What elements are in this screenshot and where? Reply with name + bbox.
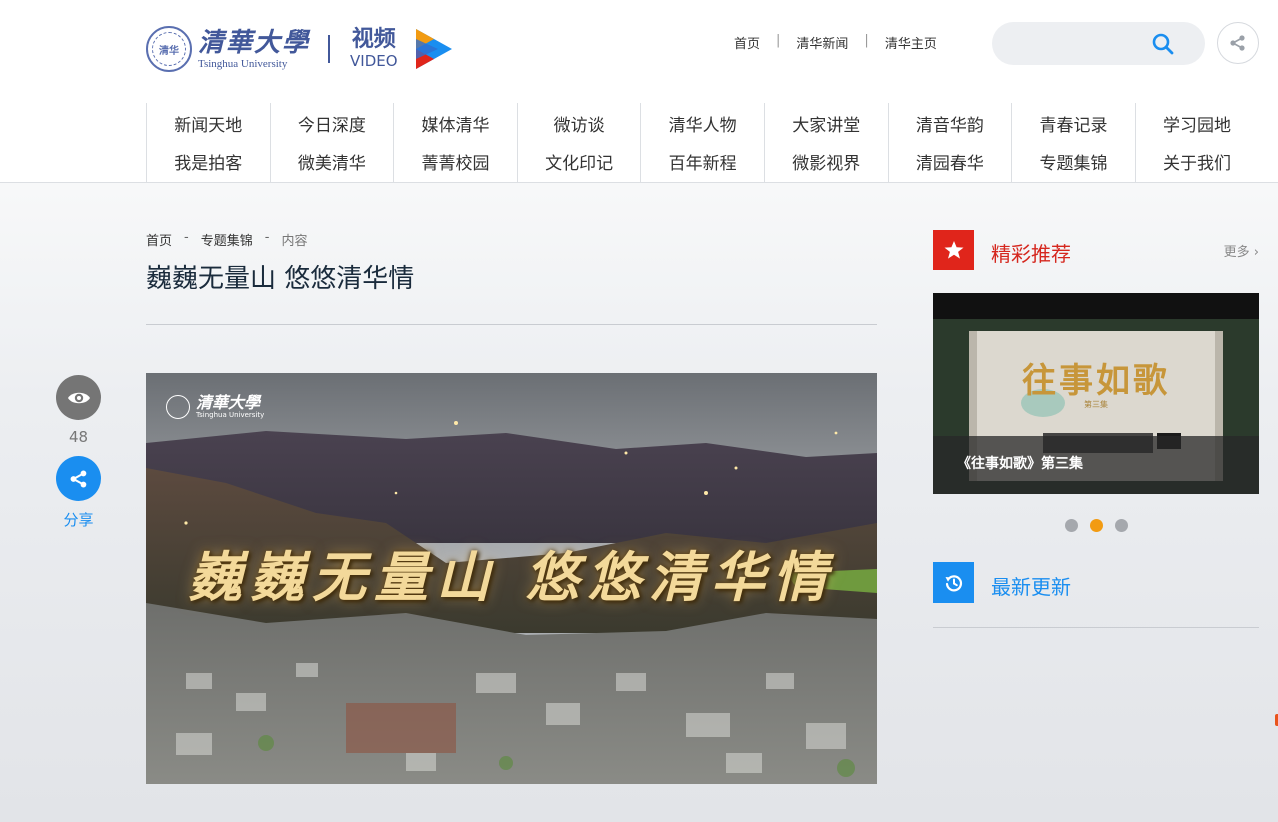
video-logo-cn: 清華大學 bbox=[196, 393, 261, 412]
nav-column: 清音华韵 清园春华 bbox=[887, 103, 1012, 183]
card-caption[interactable]: 《往事如歌》第三集 bbox=[957, 453, 1083, 473]
nav-item[interactable]: 专题集锦 bbox=[1039, 145, 1107, 183]
nav-column: 今日深度 微美清华 bbox=[269, 103, 394, 183]
share-icon bbox=[70, 470, 86, 487]
topnav-homepage[interactable]: 清华主页 bbox=[869, 33, 953, 52]
star-icon-box bbox=[933, 230, 974, 270]
card-art-subtitle: 第三集 bbox=[1084, 400, 1108, 409]
share-icon bbox=[1230, 35, 1245, 51]
topnav-news[interactable]: 清华新闻 bbox=[780, 33, 864, 52]
carousel-dot-1[interactable] bbox=[1065, 519, 1078, 532]
logo-video: 视频 VIDEO bbox=[350, 27, 398, 71]
carousel-dot-2[interactable] bbox=[1090, 519, 1103, 532]
breadcrumb-section[interactable]: 专题集锦 bbox=[201, 230, 253, 249]
nav-item[interactable]: 微访谈 bbox=[554, 107, 605, 145]
nav-item[interactable]: 媒体清华 bbox=[421, 107, 489, 145]
recommend-title: 精彩推荐 bbox=[991, 242, 1071, 266]
nav-item[interactable]: 我是拍客 bbox=[174, 145, 242, 183]
university-seal-icon: 清华 bbox=[146, 26, 192, 72]
nav-item[interactable]: 新闻天地 bbox=[174, 107, 242, 145]
share-label[interactable]: 分享 bbox=[63, 509, 93, 530]
logo-video-cn: 视频 bbox=[351, 27, 396, 52]
nav-column: 大家讲堂 微影视界 bbox=[763, 103, 888, 183]
topnav-home[interactable]: 首页 bbox=[718, 33, 776, 52]
views-count: 48 bbox=[68, 428, 89, 446]
latest-title: 最新更新 bbox=[991, 575, 1071, 599]
share-button[interactable] bbox=[56, 456, 101, 501]
more-link[interactable]: 更多 › bbox=[1224, 241, 1259, 260]
nav-item[interactable]: 清华人物 bbox=[669, 107, 737, 145]
video-player[interactable]: 清華大學 Tsinghua University 巍巍无量山 悠悠清华情 bbox=[146, 373, 877, 784]
play-logo-icon bbox=[415, 29, 452, 69]
breadcrumb-current: 内容 bbox=[281, 234, 308, 249]
nav-item[interactable]: 学习园地 bbox=[1163, 107, 1231, 145]
title-divider bbox=[146, 324, 877, 325]
top-nav: 首页 | 清华新闻 | 清华主页 bbox=[718, 33, 953, 52]
side-tools: 48 分享 bbox=[56, 375, 101, 530]
breadcrumb-separator: - bbox=[184, 230, 189, 245]
star-icon bbox=[944, 241, 963, 259]
seal-icon bbox=[166, 395, 190, 419]
share-button-header[interactable] bbox=[1217, 22, 1259, 64]
views-button bbox=[56, 375, 101, 420]
nav-item[interactable]: 青春记录 bbox=[1039, 107, 1107, 145]
nav-item[interactable]: 微美清华 bbox=[298, 145, 366, 183]
seal-text: 清华 bbox=[152, 32, 186, 66]
breadcrumb: 首页 - 专题集锦 - 内容 bbox=[146, 230, 307, 249]
history-icon bbox=[945, 574, 962, 591]
nav-column: 青春记录 专题集锦 bbox=[1011, 103, 1135, 183]
video-overlay-title: 巍巍无量山 悠悠清华情 bbox=[188, 545, 835, 609]
card-art-title: 往事如歌 bbox=[1022, 361, 1170, 401]
breadcrumb-home[interactable]: 首页 bbox=[146, 230, 172, 249]
main-nav: 新闻天地 我是拍客 今日深度 微美清华 媒体清华 菁菁校园 微访谈 文化印记 清华人物 百年新程大… bbox=[146, 103, 1258, 183]
nav-item[interactable]: 今日深度 bbox=[298, 107, 366, 145]
logo-name-cn: 清華大學 bbox=[198, 28, 311, 58]
nav-item[interactable]: 清园春华 bbox=[916, 145, 984, 183]
search-icon[interactable] bbox=[1151, 32, 1175, 56]
nav-column: 学习园地 关于我们 bbox=[1134, 103, 1259, 183]
site-logo[interactable]: 清华 清華大學 Tsinghua University 视频 VIDEO bbox=[146, 24, 454, 74]
nav-column: 微访谈 文化印记 bbox=[516, 103, 641, 183]
carousel-dots bbox=[1065, 519, 1140, 532]
logo-name-en: Tsinghua University bbox=[198, 58, 288, 70]
nav-item[interactable]: 清音华韵 bbox=[916, 107, 984, 145]
video-logo-en: Tsinghua University bbox=[196, 411, 265, 419]
search-input[interactable] bbox=[1008, 32, 1148, 54]
nav-item[interactable]: 微影视界 bbox=[792, 145, 860, 183]
nav-item[interactable]: 大家讲堂 bbox=[792, 107, 860, 145]
refresh-icon-box bbox=[933, 562, 974, 603]
nav-column: 媒体清华 菁菁校园 bbox=[393, 103, 517, 183]
nav-item[interactable]: 关于我们 bbox=[1163, 145, 1231, 183]
carousel-dot-3[interactable] bbox=[1115, 519, 1128, 532]
eye-icon bbox=[67, 392, 90, 403]
breadcrumb-separator: - bbox=[264, 230, 270, 245]
site-header: 清华 清華大學 Tsinghua University 视频 VIDEO 首页 … bbox=[0, 0, 1278, 183]
recommend-card[interactable]: 往事如歌 第三集 《往事如歌》第三集 bbox=[933, 293, 1259, 494]
video-watermark-logo: 清華大學 Tsinghua University bbox=[166, 395, 264, 419]
logo-text: 清華大學 Tsinghua University bbox=[198, 28, 310, 70]
logo-video-en: VIDEO bbox=[350, 52, 398, 70]
nav-item[interactable]: 菁菁校园 bbox=[421, 145, 489, 183]
page-title: 巍巍无量山 悠悠清华情 bbox=[146, 264, 415, 294]
logo-divider bbox=[328, 35, 331, 63]
search-box bbox=[992, 22, 1205, 65]
recommend-header: 精彩推荐 更多 › bbox=[933, 230, 1259, 270]
nav-column: 清华人物 百年新程 bbox=[640, 103, 764, 183]
nav-item[interactable]: 百年新程 bbox=[669, 145, 737, 183]
nav-item[interactable]: 文化印记 bbox=[545, 145, 613, 183]
latest-header: 最新更新 bbox=[933, 562, 1259, 628]
nav-column: 新闻天地 我是拍客 bbox=[146, 103, 270, 183]
